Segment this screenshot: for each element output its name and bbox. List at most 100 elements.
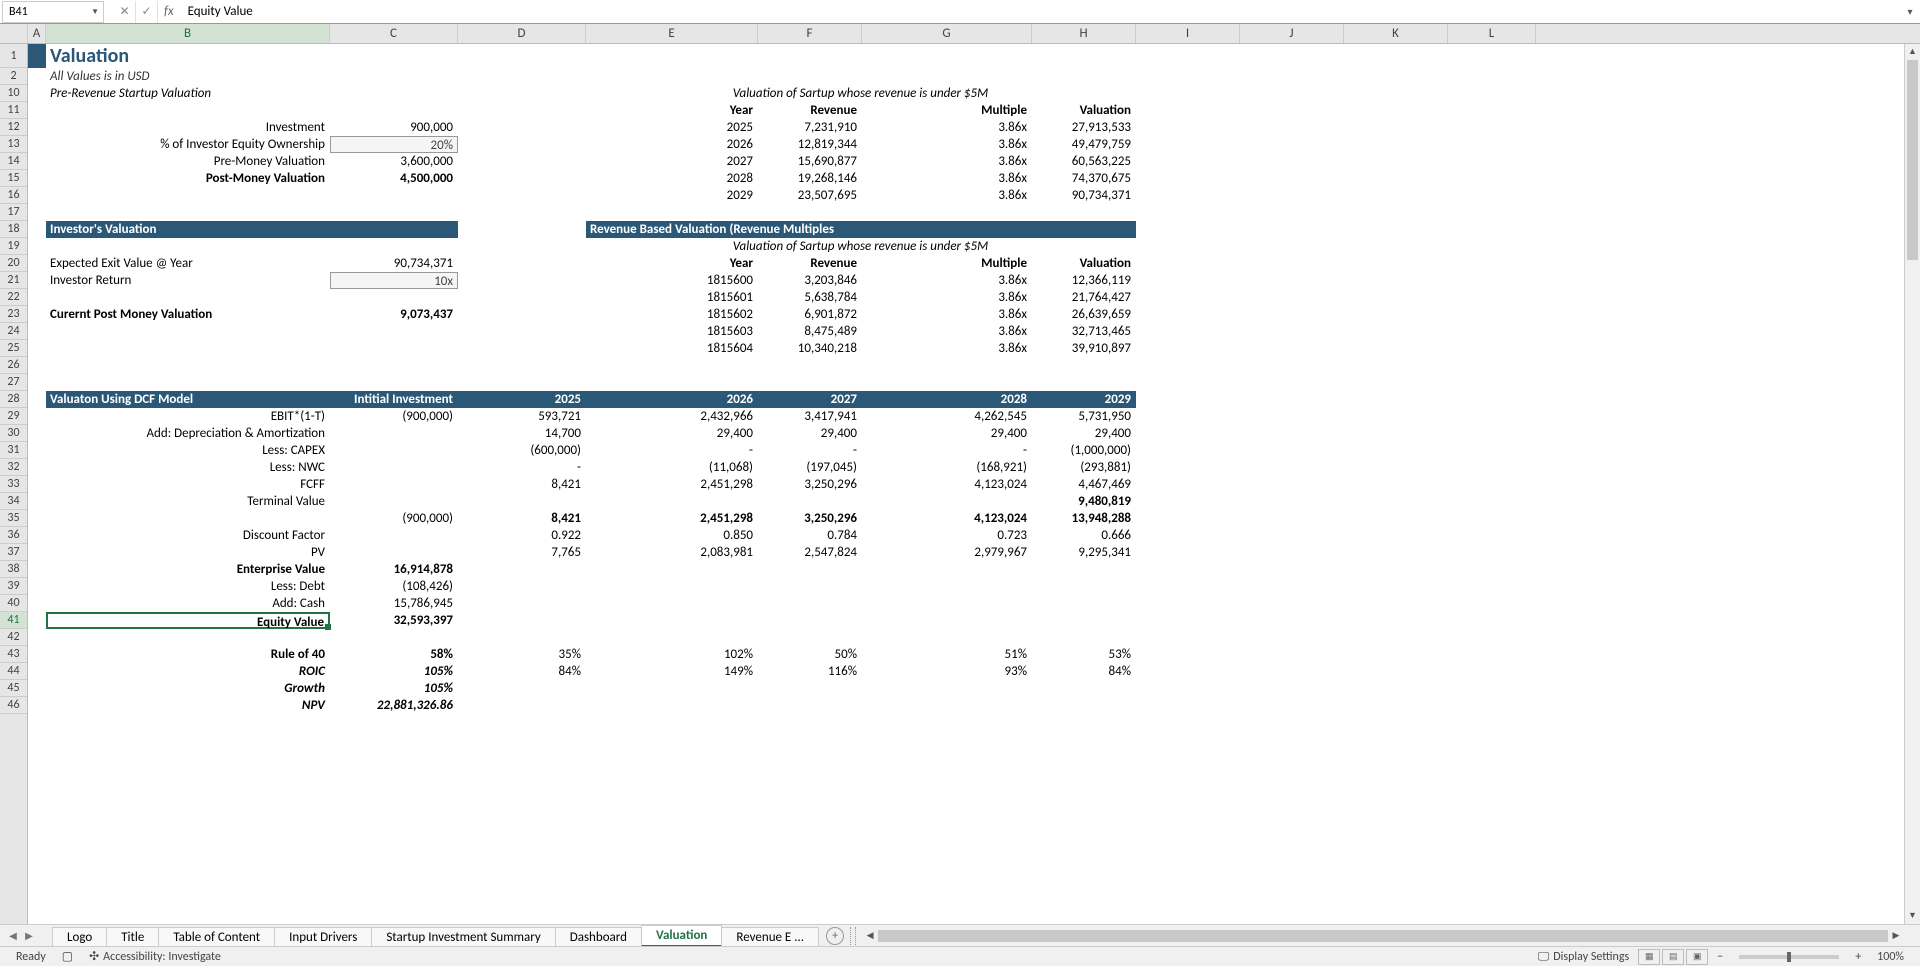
- row-header-17[interactable]: 17: [0, 204, 27, 221]
- col-header-D[interactable]: D: [458, 24, 586, 43]
- col-header-F[interactable]: F: [758, 24, 862, 43]
- row-header-31[interactable]: 31: [0, 442, 27, 459]
- vscroll-thumb[interactable]: [1907, 60, 1918, 260]
- row-header-2[interactable]: 2: [0, 68, 27, 85]
- accessibility-status[interactable]: ✣ Accessibility: Investigate: [81, 949, 229, 964]
- cells-area[interactable]: Valuation All Values is in USD Pre-Reven…: [28, 44, 1920, 924]
- tab-split-handle[interactable]: [850, 927, 856, 945]
- row-header-27[interactable]: 27: [0, 374, 27, 391]
- scroll-right-icon[interactable]: ▶: [1888, 928, 1904, 944]
- col-header-C[interactable]: C: [330, 24, 458, 43]
- investor-valuation-header[interactable]: Investor's Valuation: [46, 221, 458, 238]
- horizontal-scrollbar[interactable]: ◀ ▶: [862, 928, 1904, 944]
- formula-input[interactable]: Equity Value: [180, 4, 1900, 19]
- investor-return-input[interactable]: 10x: [330, 272, 458, 289]
- col-header-J[interactable]: J: [1240, 24, 1344, 43]
- sheet-tab-logo[interactable]: Logo: [52, 927, 107, 947]
- sheet-tab-dashboard[interactable]: Dashboard: [555, 927, 642, 947]
- row-header-43[interactable]: 43: [0, 646, 27, 663]
- revenue-based-header[interactable]: Revenue Based Valuation (Revenue Multipl…: [586, 221, 1136, 238]
- label[interactable]: Investment: [46, 119, 330, 136]
- row-header-30[interactable]: 30: [0, 425, 27, 442]
- col-header-B[interactable]: B: [46, 24, 330, 43]
- row-header-38[interactable]: 38: [0, 561, 27, 578]
- sheet-tab-revenue-e-[interactable]: Revenue E ...: [721, 927, 819, 947]
- hscroll-thumb[interactable]: [878, 930, 1888, 942]
- fill-handle[interactable]: [325, 624, 331, 630]
- row-header-37[interactable]: 37: [0, 544, 27, 561]
- row-header-44[interactable]: 44: [0, 663, 27, 680]
- selected-cell-B41[interactable]: Equity Value: [46, 612, 330, 629]
- row-header-45[interactable]: 45: [0, 680, 27, 697]
- row-header-22[interactable]: 22: [0, 289, 27, 306]
- row-header-28[interactable]: 28: [0, 391, 27, 408]
- col-header-I[interactable]: I: [1136, 24, 1240, 43]
- col-header-L[interactable]: L: [1448, 24, 1536, 43]
- dcf-header[interactable]: Valuaton Using DCF Model: [46, 391, 330, 408]
- tab-next-icon[interactable]: ▶: [22, 929, 36, 943]
- col-header-H[interactable]: H: [1032, 24, 1136, 43]
- chevron-down-icon[interactable]: ▼: [91, 7, 99, 17]
- row-header-15[interactable]: 15: [0, 170, 27, 187]
- row-header-39[interactable]: 39: [0, 578, 27, 595]
- col-valuation[interactable]: Valuation: [1032, 102, 1136, 119]
- col-header-A[interactable]: A: [28, 24, 46, 43]
- row-header-23[interactable]: 23: [0, 306, 27, 323]
- row-header-16[interactable]: 16: [0, 187, 27, 204]
- value[interactable]: 900,000: [330, 119, 458, 136]
- page-layout-view-button[interactable]: ▤: [1662, 949, 1684, 965]
- row-header-46[interactable]: 46: [0, 697, 27, 714]
- row-header-19[interactable]: 19: [0, 238, 27, 255]
- tab-prev-icon[interactable]: ◀: [6, 929, 20, 943]
- new-sheet-button[interactable]: +: [826, 927, 844, 945]
- fx-icon[interactable]: fx: [158, 4, 180, 19]
- expand-formula-bar-icon[interactable]: ▾: [1900, 5, 1920, 18]
- sheet-tab-valuation[interactable]: Valuation: [641, 925, 722, 947]
- col-header-G[interactable]: G: [862, 24, 1032, 43]
- row-header-41[interactable]: 41: [0, 612, 27, 629]
- page-title[interactable]: Valuation: [46, 44, 330, 68]
- page-break-view-button[interactable]: ▣: [1686, 949, 1708, 965]
- zoom-slider[interactable]: [1739, 955, 1839, 959]
- scroll-down-icon[interactable]: ▼: [1905, 908, 1920, 924]
- scroll-up-icon[interactable]: ▲: [1905, 44, 1920, 60]
- row-header-20[interactable]: 20: [0, 255, 27, 272]
- row-header-36[interactable]: 36: [0, 527, 27, 544]
- zoom-level[interactable]: 100%: [1869, 950, 1912, 964]
- row-header-33[interactable]: 33: [0, 476, 27, 493]
- scroll-left-icon[interactable]: ◀: [862, 928, 878, 944]
- row-header-14[interactable]: 14: [0, 153, 27, 170]
- zoom-in-button[interactable]: +: [1847, 950, 1869, 964]
- name-box[interactable]: B41 ▼: [2, 1, 104, 23]
- row-header-32[interactable]: 32: [0, 459, 27, 476]
- row-header-25[interactable]: 25: [0, 340, 27, 357]
- zoom-thumb[interactable]: [1787, 952, 1791, 962]
- col-header-K[interactable]: K: [1344, 24, 1448, 43]
- cell[interactable]: [28, 44, 46, 68]
- row-header-26[interactable]: 26: [0, 357, 27, 374]
- subtitle[interactable]: All Values is in USD: [46, 68, 330, 85]
- select-all-corner[interactable]: [0, 24, 28, 43]
- row-header-24[interactable]: 24: [0, 323, 27, 340]
- display-settings-button[interactable]: 🖵 Display Settings: [1530, 950, 1637, 964]
- row-header-1[interactable]: 1: [0, 44, 27, 68]
- row-header-10[interactable]: 10: [0, 85, 27, 102]
- col-header-E[interactable]: E: [586, 24, 758, 43]
- row-header-29[interactable]: 29: [0, 408, 27, 425]
- cancel-icon[interactable]: ✕: [114, 1, 136, 23]
- col-year[interactable]: Year: [586, 102, 758, 119]
- row-header-13[interactable]: 13: [0, 136, 27, 153]
- pre-revenue-header[interactable]: Pre-Revenue Startup Valuation: [46, 85, 330, 102]
- sheet-tab-startup-investment-summary[interactable]: Startup Investment Summary: [371, 927, 555, 947]
- macro-record-icon[interactable]: ▢: [54, 949, 81, 964]
- row-header-18[interactable]: 18: [0, 221, 27, 238]
- row-header-35[interactable]: 35: [0, 510, 27, 527]
- normal-view-button[interactable]: ▦: [1638, 949, 1660, 965]
- pct-input[interactable]: 20%: [330, 136, 458, 153]
- row-header-12[interactable]: 12: [0, 119, 27, 136]
- row-header-34[interactable]: 34: [0, 493, 27, 510]
- right-header-1[interactable]: Valuation of Sartup whose revenue is und…: [586, 85, 1136, 102]
- row-header-42[interactable]: 42: [0, 629, 27, 646]
- row-header-40[interactable]: 40: [0, 595, 27, 612]
- sheet-tab-title[interactable]: Title: [106, 927, 159, 947]
